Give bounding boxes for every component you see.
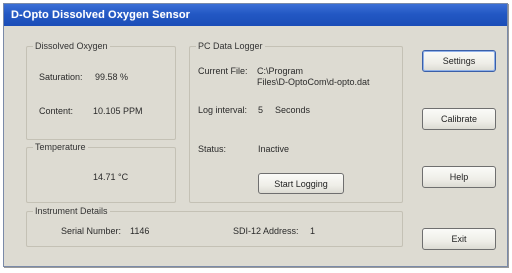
dissolved-oxygen-group: Dissolved Oxygen Saturation: 99.58 % Con… [26, 40, 176, 140]
data-logger-group: PC Data Logger Current File: C:\Program … [189, 40, 403, 203]
serial-number-label: Serial Number: [61, 226, 122, 236]
content-value: 10.105 PPM [93, 106, 143, 116]
status-value: Inactive [258, 144, 290, 154]
serial-number-value: 1146 [130, 226, 150, 236]
sdi-address-label: SDI-12 Address: [233, 226, 299, 236]
calibrate-button[interactable]: Calibrate [422, 108, 496, 130]
temperature-legend: Temperature [33, 141, 88, 153]
start-logging-button[interactable]: Start Logging [258, 173, 344, 194]
current-file-value: C:\Program Files\D-OptoCom\d-opto.dat [257, 66, 370, 87]
temperature-group: Temperature 14.71 °C [26, 141, 176, 203]
log-interval-label: Log interval: [198, 105, 248, 115]
sdi-address-value: 1 [310, 226, 316, 236]
data-logger-legend: PC Data Logger [196, 40, 265, 52]
current-file-label: Current File: [198, 66, 248, 76]
window-title: D-Opto Dissolved Oxygen Sensor [4, 4, 507, 26]
content-label: Content: [39, 106, 74, 116]
dissolved-oxygen-legend: Dissolved Oxygen [33, 40, 110, 52]
sensor-window: D-Opto Dissolved Oxygen Sensor Dissolved… [3, 3, 508, 267]
saturation-label: Saturation: [39, 72, 83, 82]
temperature-value: 14.71 °C [93, 172, 129, 182]
help-button[interactable]: Help [422, 166, 496, 188]
status-label: Status: [198, 144, 227, 154]
instrument-details-legend: Instrument Details [33, 205, 110, 217]
exit-button[interactable]: Exit [422, 228, 496, 250]
instrument-details-group: Instrument Details Serial Number: 1146 S… [26, 205, 403, 247]
settings-button[interactable]: Settings [422, 50, 496, 72]
log-interval-value: 5 [258, 105, 264, 115]
saturation-value: 99.58 % [95, 72, 129, 82]
log-interval-unit: Seconds [275, 105, 311, 115]
